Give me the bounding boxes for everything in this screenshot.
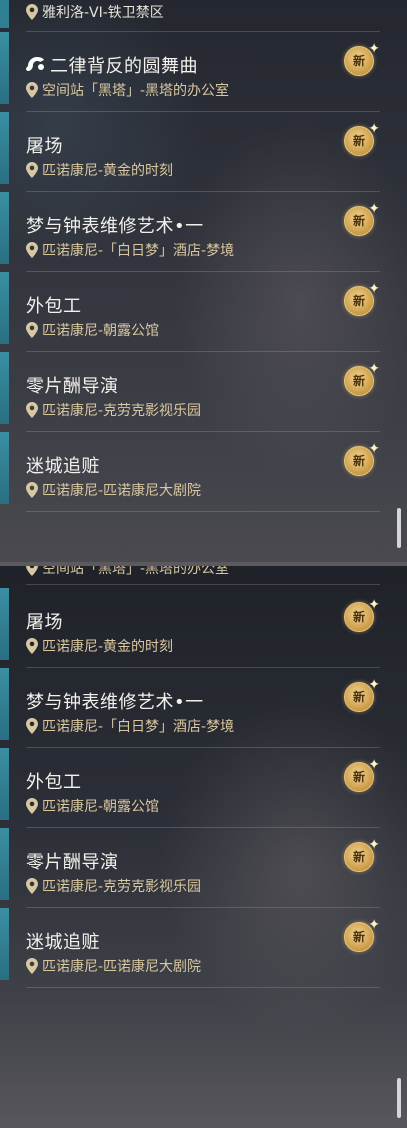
map-pin-icon (26, 798, 38, 814)
list-item[interactable]: 迷城追赃 匹诺康尼-匹诺康尼大剧院 新 ✦ (0, 432, 380, 512)
location-text: 匹诺康尼-黄金的时刻 (42, 163, 174, 179)
mission-title: 梦与钟表维修艺术•一 (26, 692, 204, 713)
list-item[interactable]: 梦与钟表维修艺术•一 匹诺康尼-「白日梦」酒店-梦境 新 ✦ (0, 192, 380, 272)
location-text: 匹诺康尼-黄金的时刻 (42, 639, 174, 655)
list-item[interactable]: 外包工 匹诺康尼-朝露公馆 新 ✦ (0, 272, 380, 352)
item-accent-bar (0, 908, 9, 980)
location-row: 匹诺康尼-克劳克影视乐园 (26, 876, 202, 895)
item-accent-bar (0, 0, 9, 28)
row-divider (26, 584, 380, 585)
row-divider (26, 511, 380, 512)
location-row: 匹诺康尼-朝露公馆 (26, 320, 160, 339)
list-item[interactable]: 梦与钟表维修艺术•一 匹诺康尼-「白日梦」酒店-梦境 新 ✦ (0, 668, 380, 748)
new-badge-icon: 新 ✦ (344, 202, 380, 238)
location-row: 匹诺康尼-黄金的时刻 (26, 636, 174, 655)
map-pin-icon (26, 638, 38, 654)
location-text: 匹诺康尼-朝露公馆 (42, 799, 160, 815)
new-badge-icon: 新 ✦ (344, 122, 380, 158)
location-row: 雅利洛-VI-铁卫禁区 (26, 2, 164, 21)
new-badge-icon: 新 ✦ (344, 442, 380, 478)
new-badge-icon: 新 ✦ (344, 678, 380, 714)
location-text: 匹诺康尼-匹诺康尼大剧院 (42, 959, 202, 975)
map-pin-icon (26, 958, 38, 974)
item-accent-bar (0, 32, 9, 104)
location-row-partial: 空间站「黑塔」-黑塔的办公室 (26, 566, 229, 578)
mission-title: 迷城追赃 (26, 456, 100, 477)
location-text: 匹诺康尼-「白日梦」酒店-梦境 (42, 243, 235, 259)
location-text: 匹诺康尼-克劳克影视乐园 (42, 403, 202, 419)
mission-title: 外包工 (26, 772, 82, 793)
mission-list-panel-top: 雅利洛-VI-铁卫禁区 二律背反的圆舞曲 空间站「黑塔」-黑塔的办公室 新 ✦ 屠… (0, 0, 407, 562)
map-pin-icon (26, 566, 38, 576)
list-item[interactable]: 零片酬导演 匹诺康尼-克劳克影视乐园 新 ✦ (0, 352, 380, 432)
list-item-partial[interactable]: 雅利洛-VI-铁卫禁区 (0, 0, 380, 32)
location-row: 匹诺康尼-「白日梦」酒店-梦境 (26, 240, 235, 259)
map-pin-icon (26, 878, 38, 894)
map-pin-icon (26, 4, 38, 20)
music-note-icon (26, 57, 44, 71)
list-item[interactable]: 零片酬导演 匹诺康尼-克劳克影视乐园 新 ✦ (0, 828, 380, 908)
new-badge-icon: 新 ✦ (344, 918, 380, 954)
item-accent-bar (0, 432, 9, 504)
map-pin-icon (26, 482, 38, 498)
map-pin-icon (26, 82, 38, 98)
item-accent-bar (0, 192, 9, 264)
scrollbar-thumb[interactable] (397, 1078, 401, 1118)
scrollbar-thumb[interactable] (397, 508, 401, 548)
location-text: 匹诺康尼-匹诺康尼大剧院 (42, 483, 202, 499)
item-accent-bar (0, 352, 9, 424)
location-row: 空间站「黑塔」-黑塔的办公室 (26, 80, 230, 99)
location-row: 匹诺康尼-克劳克影视乐园 (26, 400, 202, 419)
list-item[interactable]: 屠场 匹诺康尼-黄金的时刻 新 ✦ (0, 112, 380, 192)
location-text: 雅利洛-VI-铁卫禁区 (42, 5, 164, 21)
mission-title: 迷城追赃 (26, 932, 100, 953)
location-row: 匹诺康尼-「白日梦」酒店-梦境 (26, 716, 235, 735)
mission-list-panel-bottom: 空间站「黑塔」-黑塔的办公室 屠场 匹诺康尼-黄金的时刻 新 ✦ 梦与钟表维修艺术… (0, 566, 407, 1128)
list-item[interactable]: 外包工 匹诺康尼-朝露公馆 新 ✦ (0, 748, 380, 828)
item-accent-bar (0, 112, 9, 184)
map-pin-icon (26, 718, 38, 734)
list-item[interactable]: 二律背反的圆舞曲 空间站「黑塔」-黑塔的办公室 新 ✦ (0, 32, 380, 112)
location-text: 匹诺康尼-朝露公馆 (42, 323, 160, 339)
list-item[interactable]: 屠场 匹诺康尼-黄金的时刻 新 ✦ (0, 588, 380, 668)
location-text: 匹诺康尼-「白日梦」酒店-梦境 (42, 719, 235, 735)
mission-title: 零片酬导演 (26, 376, 119, 397)
map-pin-icon (26, 242, 38, 258)
location-row: 匹诺康尼-匹诺康尼大剧院 (26, 956, 202, 975)
map-pin-icon (26, 162, 38, 178)
mission-title: 梦与钟表维修艺术•一 (26, 216, 204, 237)
location-row: 匹诺康尼-朝露公馆 (26, 796, 160, 815)
item-accent-bar (0, 668, 9, 740)
item-accent-bar (0, 828, 9, 900)
location-row: 匹诺康尼-黄金的时刻 (26, 160, 174, 179)
item-accent-bar (0, 272, 9, 344)
mission-title-text: 二律背反的圆舞曲 (50, 56, 198, 77)
item-accent-bar (0, 588, 9, 660)
new-badge-icon: 新 ✦ (344, 282, 380, 318)
new-badge-icon: 新 ✦ (344, 42, 380, 78)
mission-title: 屠场 (26, 612, 63, 633)
mission-title: 零片酬导演 (26, 852, 119, 873)
location-text: 空间站「黑塔」-黑塔的办公室 (42, 566, 230, 577)
item-accent-bar (0, 748, 9, 820)
location-text: 空间站「黑塔」-黑塔的办公室 (42, 83, 230, 99)
location-row: 匹诺康尼-匹诺康尼大剧院 (26, 480, 202, 499)
mission-title: 二律背反的圆舞曲 (26, 52, 198, 78)
mission-title: 外包工 (26, 296, 82, 317)
row-divider (26, 987, 380, 988)
new-badge-icon: 新 ✦ (344, 598, 380, 634)
map-pin-icon (26, 322, 38, 338)
location-text: 匹诺康尼-克劳克影视乐园 (42, 879, 202, 895)
map-pin-icon (26, 402, 38, 418)
list-item[interactable]: 迷城追赃 匹诺康尼-匹诺康尼大剧院 新 ✦ (0, 908, 380, 988)
new-badge-icon: 新 ✦ (344, 838, 380, 874)
mission-title: 屠场 (26, 136, 63, 157)
new-badge-icon: 新 ✦ (344, 758, 380, 794)
new-badge-icon: 新 ✦ (344, 362, 380, 398)
